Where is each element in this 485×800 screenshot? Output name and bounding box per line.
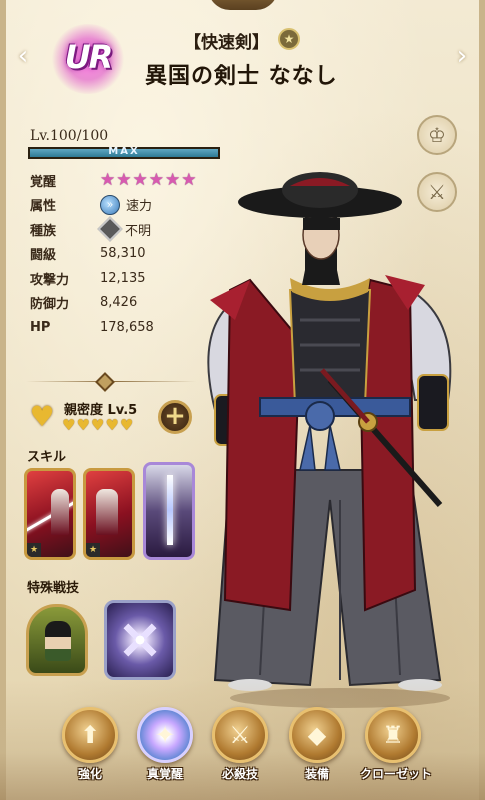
closet-icon: ♜ — [365, 707, 421, 763]
stats-panel: 覚醒 ★ ★ ★ ★ ★ ★ 属性 » 速力 種族 不明 闘級 58,310 攻撃力 12… — [30, 168, 230, 340]
enhance-label: 強化 — [77, 767, 102, 781]
special-technique-card-1[interactable] — [26, 604, 88, 676]
awakening-star-icon: ★ — [148, 170, 164, 191]
true-awakening-label: 真覚醒 — [146, 767, 183, 781]
closet-label: クローゼット — [360, 767, 433, 781]
awakening-star-icon: ★ — [165, 170, 181, 191]
awakening-star-icon: ★ — [116, 170, 132, 191]
level-max-text: MAX — [108, 146, 140, 157]
affinity-heart-icon: ♥ — [105, 416, 119, 434]
defense-value: 8,426 — [100, 295, 138, 311]
combat-class-row: 闘級 58,310 — [30, 242, 230, 267]
attribute-row: 属性 » 速力 — [30, 193, 230, 218]
sword-icon[interactable]: ⚔ — [417, 172, 457, 212]
ultimate-move-label: 必殺技 — [221, 767, 258, 781]
skills-title: スキル — [27, 450, 67, 465]
closet-button[interactable]: ♜ クローゼット — [360, 707, 433, 785]
next-character-arrow[interactable]: › — [453, 42, 471, 70]
attack-row: 攻撃力 12,135 — [30, 266, 230, 291]
defense-row: 防御力 8,426 — [30, 291, 230, 316]
awakening-stars: ★ ★ ★ ★ ★ ★ — [100, 170, 197, 190]
rarity-badge: UR — [50, 24, 126, 94]
race-row: 種族 不明 — [30, 216, 230, 242]
attribute-value: 速力 — [126, 199, 153, 215]
affinity-plus-button[interactable]: + — [158, 400, 192, 434]
hp-row: HP 178,658 — [30, 315, 230, 340]
combat-class-label: 闘級 — [30, 248, 57, 264]
attack-value: 12,135 — [100, 270, 146, 286]
equipment-button[interactable]: ◆ 装備 — [284, 707, 350, 785]
character-type: 【快速剣】 — [184, 33, 269, 53]
race-value: 不明 — [125, 223, 152, 239]
defense-label: 防御力 — [30, 297, 70, 313]
true-awakening-icon: ✦ — [137, 707, 193, 763]
skill-figure — [96, 489, 118, 535]
combat-class-value: 58,310 — [100, 246, 146, 262]
skill-card-2[interactable]: ★ — [83, 468, 135, 560]
awakening-star-icon: ★ — [181, 170, 197, 191]
prev-character-arrow[interactable]: ‹ — [14, 42, 32, 70]
affinity-heart-icon: ♥ — [76, 416, 90, 434]
hp-value: 178,658 — [100, 319, 154, 335]
partner-portrait — [45, 621, 71, 661]
level-label: Lv.100/100 — [30, 128, 109, 144]
hp-label: HP — [30, 319, 51, 335]
level-bar: MAX — [28, 146, 220, 159]
ultimate-move-icon: ⚔ — [212, 707, 268, 763]
skill-card-1[interactable]: ★ — [24, 468, 76, 560]
affinity-heart-icon: ♥ — [119, 416, 134, 434]
ultimate-skill-card[interactable] — [143, 462, 195, 560]
awakening-row: 覚醒 ★ ★ ★ ★ ★ ★ — [30, 168, 230, 193]
affinity-heart-icon: ♥ — [29, 400, 55, 433]
type-badge-icon[interactable]: ★ — [278, 28, 300, 50]
rarity-text: UR — [64, 38, 114, 76]
awakening-label: 覚醒 — [30, 174, 57, 190]
true-awakening-button[interactable]: ✦ 真覚醒 — [132, 707, 198, 785]
character-illustration — [207, 172, 452, 708]
equipment-label: 装備 — [304, 767, 329, 781]
shuriken-icon — [111, 611, 169, 669]
skill-rank-icon: ★ — [27, 543, 41, 557]
race-label: 種族 — [30, 223, 57, 239]
character-name: 異国の剣士 ななし — [145, 64, 338, 89]
crown-icon[interactable]: ♔ — [417, 115, 457, 155]
awakening-star-icon: ★ — [100, 170, 116, 191]
race-unknown-icon — [97, 216, 123, 242]
ultimate-move-button[interactable]: ⚔ 必殺技 — [207, 707, 273, 785]
ultimate-beam-effect — [167, 475, 173, 545]
affinity-heart-icon: ♥ — [90, 416, 105, 434]
enhance-button[interactable]: ⬆ 強化 — [57, 707, 123, 785]
skill-figure — [51, 489, 69, 535]
special-technique-title: 特殊戦技 — [27, 581, 80, 596]
affinity-hearts: ♥ ♥ ♥ ♥ ♥ — [62, 416, 133, 434]
awakening-star-icon: ★ — [132, 170, 148, 191]
special-technique-card-2[interactable] — [104, 600, 176, 680]
enhance-icon: ⬆ — [62, 707, 118, 763]
equipment-icon: ◆ — [289, 707, 345, 763]
speed-attribute-icon: » — [100, 194, 120, 215]
attack-label: 攻撃力 — [30, 272, 70, 288]
affinity-heart-icon: ♥ — [62, 416, 76, 434]
skill-rank-icon: ★ — [86, 543, 100, 557]
attribute-label: 属性 — [30, 199, 57, 215]
